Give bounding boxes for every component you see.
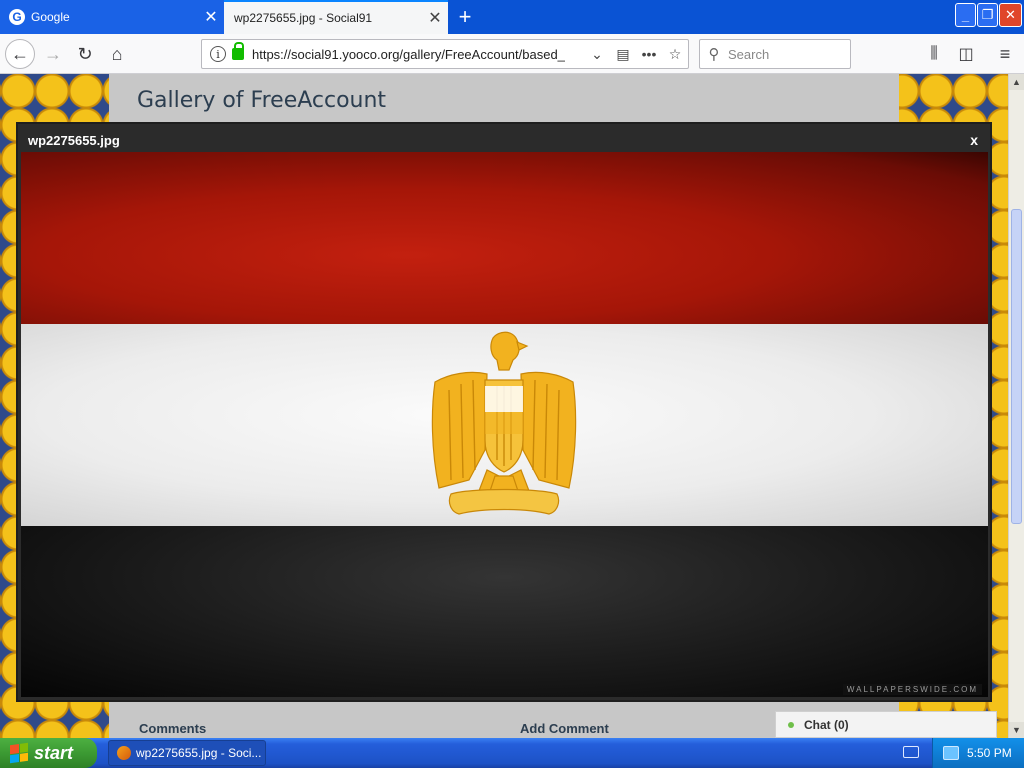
system-tray: 5:50 PM — [932, 738, 1024, 768]
sidebar-icon[interactable]: ◫ — [951, 39, 981, 69]
firefox-icon — [117, 746, 131, 760]
start-label: start — [34, 742, 74, 763]
scroll-down-icon[interactable]: ▼ — [1009, 722, 1024, 738]
close-tab-icon[interactable]: ✕ — [422, 8, 448, 28]
chat-button[interactable]: Chat (0) — [775, 711, 997, 738]
image-lightbox: wp2275655.jpg x WALLPAPERSWIDE.COM — [16, 122, 992, 702]
url-text[interactable]: https://social91.yooco.org/gallery/FreeA… — [252, 47, 584, 62]
online-status-icon — [788, 721, 794, 728]
library-icon[interactable]: ⫼ — [919, 39, 949, 69]
google-favicon-icon: G — [9, 9, 25, 25]
keyboard-icon[interactable] — [903, 746, 919, 758]
page-actions-icon[interactable]: ••• — [636, 46, 662, 62]
reader-view-icon[interactable]: ▤ — [610, 46, 636, 63]
minimize-window-button[interactable]: _ — [955, 3, 976, 27]
new-tab-icon[interactable]: + — [452, 4, 478, 30]
close-window-button[interactable]: ✕ — [999, 3, 1022, 27]
tab-bar: G Google ✕ wp2275655.jpg - Social91 ✕ + … — [0, 0, 1024, 34]
lock-icon — [232, 42, 244, 60]
navigation-toolbar: ← → ↻ ⌂ i https://social91.yooco.org/gal… — [0, 34, 1024, 74]
scrollbar-thumb[interactable] — [1011, 209, 1022, 524]
add-comment-heading: Add Comment — [520, 721, 609, 736]
start-button[interactable]: start — [0, 738, 97, 768]
tab-label: Google — [31, 10, 70, 24]
page-title: Gallery of FreeAccount — [137, 88, 387, 113]
search-icon: ⚲ — [708, 46, 720, 63]
vertical-scrollbar[interactable]: ▲ ▼ — [1008, 74, 1024, 738]
tab-active[interactable]: wp2275655.jpg - Social91 ✕ — [224, 0, 448, 34]
comments-heading: Comments — [139, 721, 207, 736]
flag-black-stripe — [21, 526, 988, 697]
flag-red-stripe — [21, 152, 988, 324]
chat-label: Chat (0) — [804, 717, 849, 732]
tab-google[interactable]: G Google ✕ — [0, 0, 224, 34]
clock[interactable]: 5:50 PM — [967, 746, 1012, 760]
maximize-window-button[interactable]: ❐ — [977, 3, 998, 27]
url-dropdown-icon[interactable]: ⌄ — [584, 46, 610, 63]
home-button[interactable]: ⌂ — [102, 39, 132, 69]
scroll-up-icon[interactable]: ▲ — [1009, 74, 1024, 90]
bookmark-star-icon[interactable]: ☆ — [662, 46, 688, 63]
watermark-text: WALLPAPERSWIDE.COM — [842, 684, 982, 695]
forward-button[interactable]: → — [38, 39, 68, 69]
taskbar-window-button[interactable]: wp2275655.jpg - Soci... — [108, 740, 266, 766]
eagle-of-saladin-icon — [431, 331, 577, 515]
taskbar: start wp2275655.jpg - Soci... 5:50 PM — [0, 738, 1024, 768]
search-input[interactable]: ⚲ Search — [699, 39, 851, 69]
address-bar[interactable]: i https://social91.yooco.org/gallery/Fre… — [201, 39, 689, 69]
search-placeholder: Search — [728, 46, 770, 62]
taskbar-window-label: wp2275655.jpg - Soci... — [136, 746, 262, 760]
reload-button[interactable]: ↻ — [70, 39, 100, 69]
back-button[interactable]: ← — [5, 39, 35, 69]
site-info-icon[interactable]: i — [210, 46, 226, 62]
lightbox-close-button[interactable]: x — [970, 132, 978, 148]
egypt-flag-image: WALLPAPERSWIDE.COM — [21, 152, 988, 697]
network-icon[interactable] — [943, 746, 959, 760]
hamburger-menu-icon[interactable]: ≡ — [990, 39, 1020, 69]
windows-logo-icon — [10, 742, 28, 764]
tab-label: wp2275655.jpg - Social91 — [234, 11, 373, 25]
close-tab-icon[interactable]: ✕ — [198, 7, 224, 27]
lightbox-title: wp2275655.jpg — [28, 133, 120, 148]
